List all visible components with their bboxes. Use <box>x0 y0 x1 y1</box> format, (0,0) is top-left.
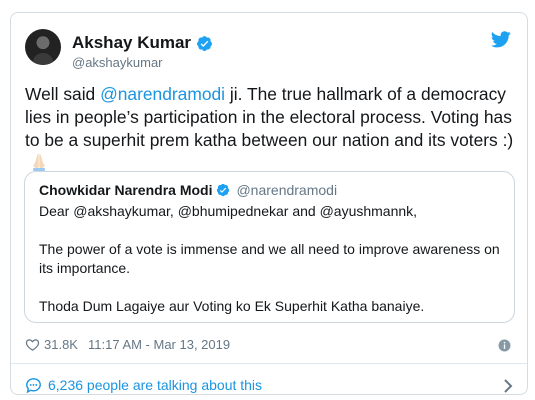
quoted-paragraph: Thoda Dum Lagaiye aur Voting ko Ek Super… <box>39 298 425 314</box>
talking-about-label[interactable]: 6,236 people are talking about this <box>48 377 262 393</box>
speech-bubble-icon <box>26 377 41 393</box>
tweet-mention-link[interactable]: @narendramodi <box>100 84 225 104</box>
verified-badge-icon <box>197 35 212 51</box>
quoted-text: Dear @akshaykumar, @bhumipednekar and @a… <box>39 202 500 316</box>
quoted-header: Chowkidar Narendra Modi @narendramodi <box>39 182 500 198</box>
author-name-row: Akshay Kumar <box>72 33 213 53</box>
author-handle[interactable]: @akshaykumar <box>72 55 163 70</box>
info-icon[interactable] <box>498 339 511 352</box>
tweet-timestamp[interactable]: 11:17 AM - Mar 13, 2019 <box>88 337 230 352</box>
talking-about-link[interactable]: 6,236 people are talking about this <box>25 373 513 397</box>
like-count[interactable]: 31.8K <box>44 337 78 352</box>
heart-icon[interactable] <box>25 337 40 352</box>
quoted-verified-badge-icon <box>217 183 230 197</box>
author-avatar[interactable] <box>25 29 61 65</box>
quoted-author-name[interactable]: Chowkidar Narendra Modi <box>39 182 212 198</box>
tweet-text: Well said @narendramodi ji. The true hal… <box>25 83 517 175</box>
twitter-bird-icon[interactable] <box>491 31 511 48</box>
chevron-right-icon[interactable] <box>503 379 513 393</box>
tweet-card: Akshay Kumar @akshaykumar Well said @nar… <box>10 12 528 395</box>
tweet-text-before: Well said <box>25 84 101 104</box>
tweet-meta: 31.8K 11:17 AM - Mar 13, 2019 <box>25 337 230 352</box>
divider <box>11 363 527 364</box>
folded-hands-emoji-icon <box>33 154 45 171</box>
quoted-paragraph: Dear @akshaykumar, @bhumipednekar and @a… <box>39 203 418 219</box>
quoted-tweet[interactable]: Chowkidar Narendra Modi @narendramodi De… <box>24 171 515 323</box>
author-name[interactable]: Akshay Kumar <box>72 33 191 53</box>
quoted-paragraph: The power of a vote is immense and we al… <box>39 241 500 276</box>
quoted-author-handle[interactable]: @narendramodi <box>236 182 337 198</box>
